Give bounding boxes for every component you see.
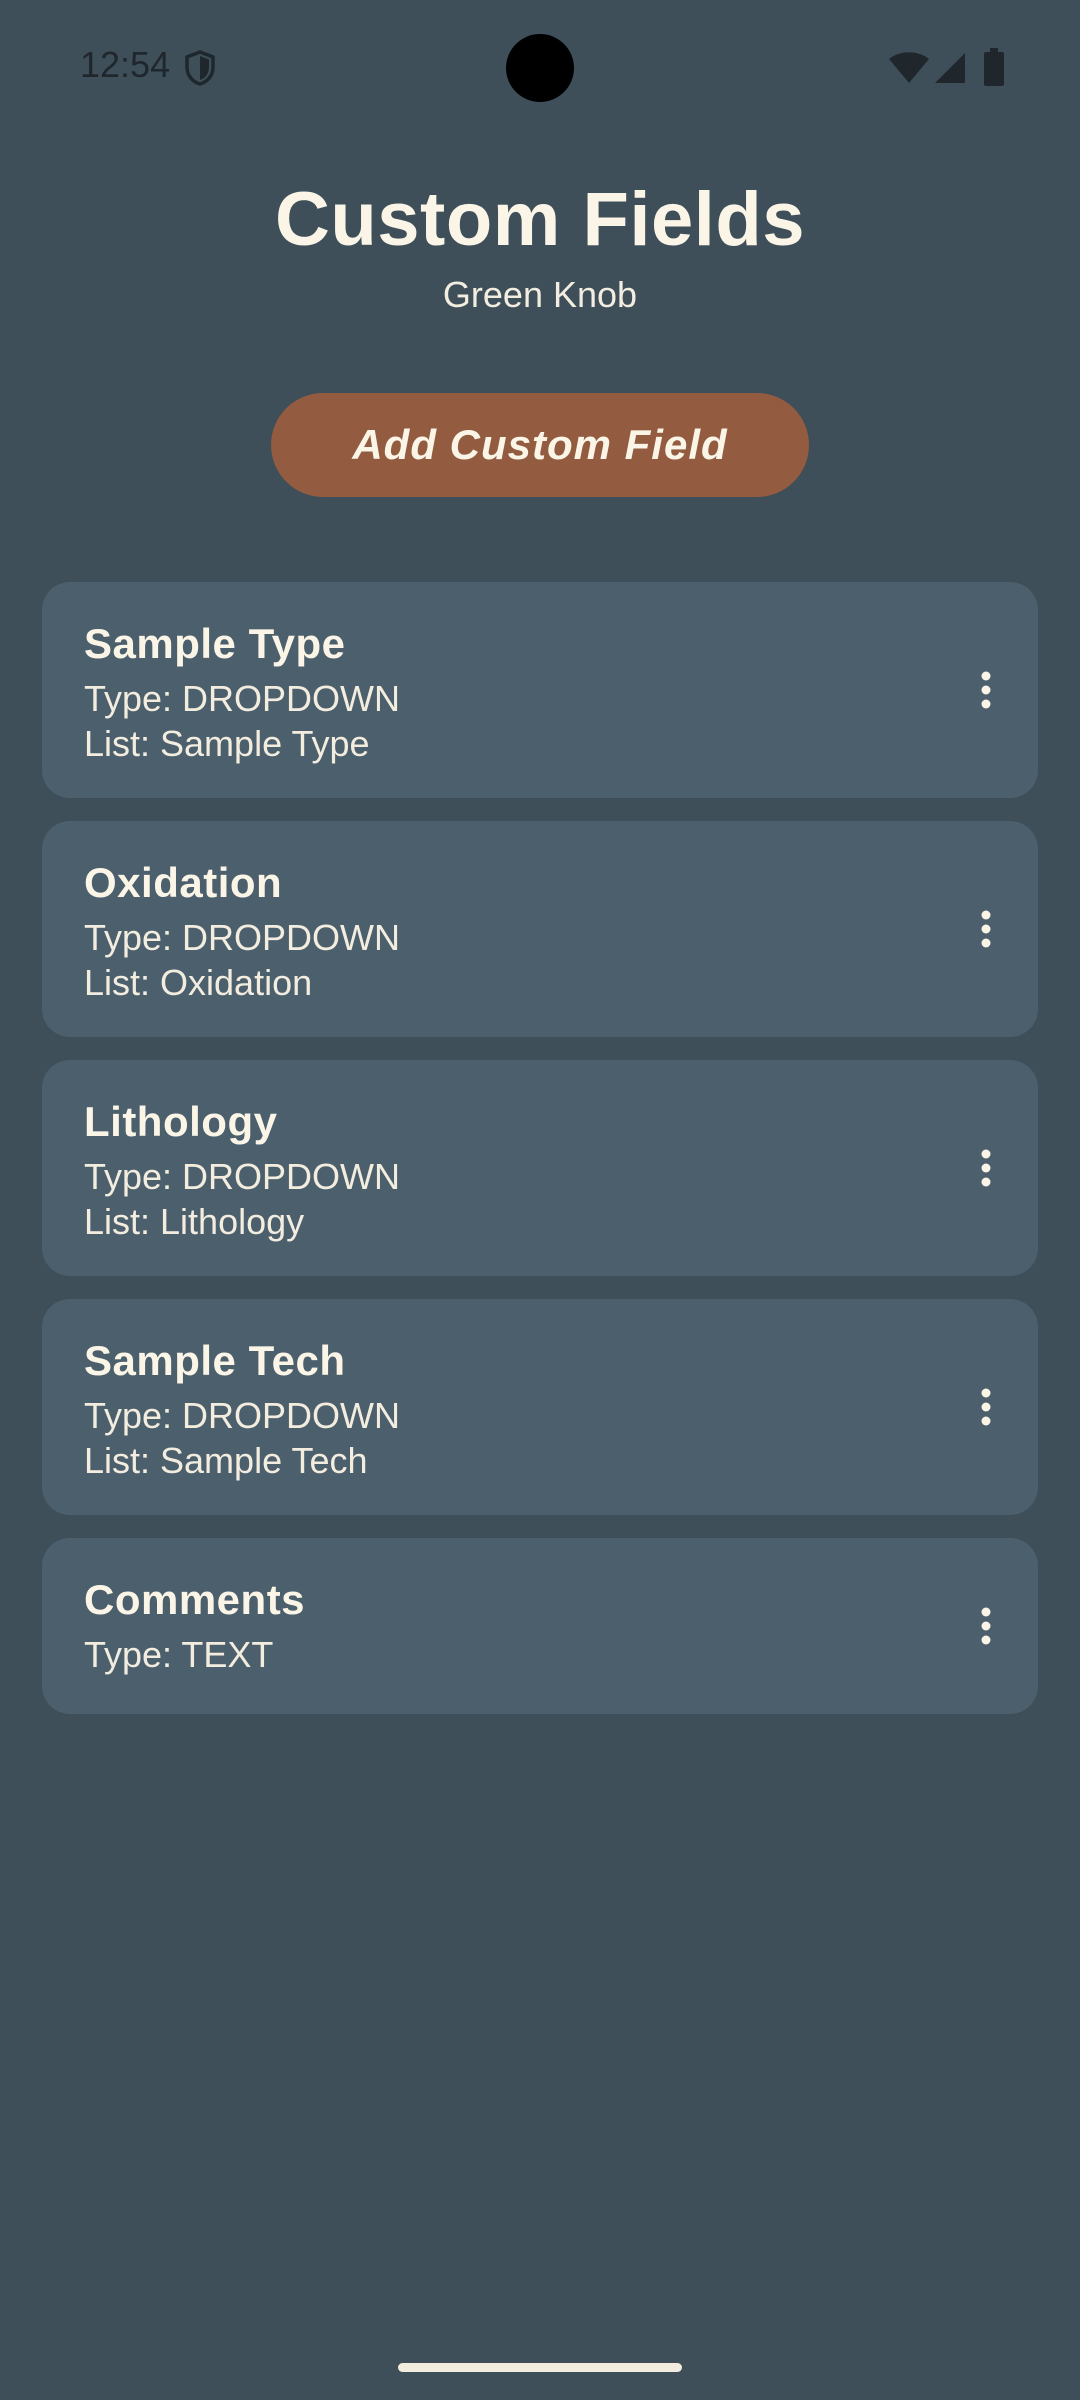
field-card[interactable]: Oxidation Type: DROPDOWN List: Oxidation xyxy=(42,821,1038,1037)
page-subtitle: Green Knob xyxy=(442,274,638,315)
field-list-name: List: Sample Tech xyxy=(84,1440,368,1481)
more-options-button[interactable] xyxy=(958,1379,1014,1435)
field-card[interactable]: Sample Type Type: DROPDOWN List: Sample … xyxy=(42,582,1038,798)
more-vert-icon xyxy=(981,1607,991,1645)
more-options-button[interactable] xyxy=(958,662,1014,718)
field-name: Lithology xyxy=(84,1098,278,1145)
more-options-button[interactable] xyxy=(958,1140,1014,1196)
home-indicator[interactable] xyxy=(398,2363,682,2372)
field-type: Type: DROPDOWN xyxy=(84,678,401,719)
battery-icon xyxy=(984,48,1004,86)
field-list-name: List: Lithology xyxy=(84,1201,305,1242)
wifi-icon xyxy=(889,52,929,83)
more-vert-icon xyxy=(981,1388,991,1426)
field-name: Sample Type xyxy=(84,620,346,667)
shield-icon xyxy=(185,50,215,86)
field-name: Comments xyxy=(84,1576,306,1623)
field-card[interactable]: Lithology Type: DROPDOWN List: Lithology xyxy=(42,1060,1038,1276)
field-name: Oxidation xyxy=(84,859,283,906)
more-options-button[interactable] xyxy=(958,901,1014,957)
field-type: Type: DROPDOWN xyxy=(84,1156,401,1197)
field-card[interactable]: Comments Type: TEXT xyxy=(42,1538,1038,1714)
field-list-name: List: Sample Type xyxy=(84,723,370,764)
more-vert-icon xyxy=(981,671,991,709)
field-card[interactable]: Sample Tech Type: DROPDOWN List: Sample … xyxy=(42,1299,1038,1515)
field-name: Sample Tech xyxy=(84,1337,346,1384)
field-list-name: List: Oxidation xyxy=(84,962,313,1003)
field-type: Type: DROPDOWN xyxy=(84,1395,401,1436)
camera-cutout xyxy=(506,34,574,102)
custom-field-list: Sample Type Type: DROPDOWN List: Sample … xyxy=(42,582,1038,1737)
more-options-button[interactable] xyxy=(958,1598,1014,1654)
add-custom-field-button[interactable]: Add Custom Field xyxy=(271,393,809,497)
more-vert-icon xyxy=(981,910,991,948)
page-title: Custom Fields xyxy=(274,177,806,262)
status-bar: 12:54 xyxy=(0,0,1080,136)
more-vert-icon xyxy=(981,1149,991,1187)
field-type: Type: DROPDOWN xyxy=(84,917,401,958)
field-type: Type: TEXT xyxy=(84,1634,274,1675)
signal-icon xyxy=(935,53,965,83)
status-time: 12:54 xyxy=(80,44,171,85)
